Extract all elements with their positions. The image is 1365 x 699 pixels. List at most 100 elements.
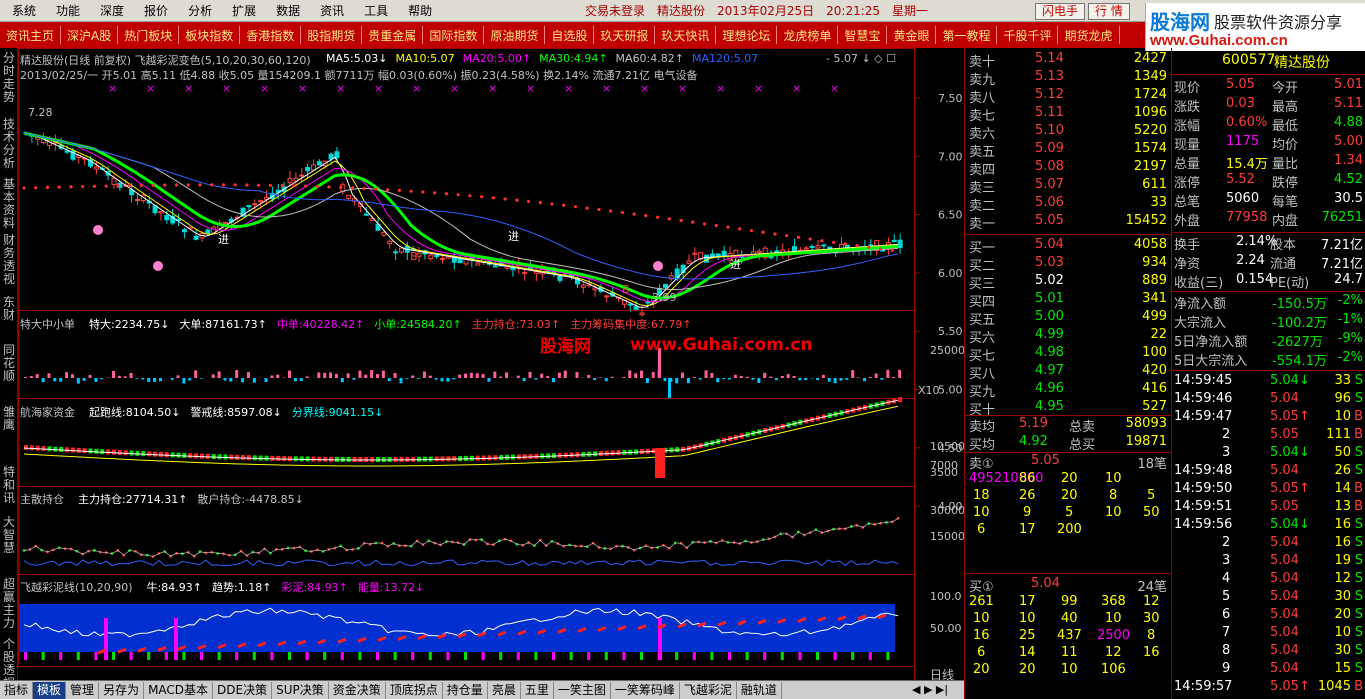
queue-header[interactable]: 卖① 5.05 18笔 (965, 453, 1171, 472)
avg-row[interactable]: 买均 4.92 总买 19871 (965, 434, 1171, 453)
bottom-tab[interactable]: 顶底拐点 (386, 681, 443, 699)
menu-item[interactable]: 分析 (176, 0, 220, 22)
menu-item[interactable]: 报价 (132, 0, 176, 22)
nav-item[interactable]: 千股千评 (997, 27, 1057, 44)
flow-row[interactable]: 净流入额 -150.5万 -2% (1172, 293, 1365, 312)
queue-row[interactable]: 495210000 86 20 10 (965, 471, 1171, 489)
bottom-tab[interactable]: 模板 (33, 681, 67, 699)
bottom-tab[interactable]: 五里 (521, 681, 554, 699)
quote-row[interactable]: 现价 5.05 今开 5.01 (1172, 77, 1365, 96)
tick-row[interactable]: 14:59:45 5.04↓ 33 S (1172, 373, 1365, 391)
menu-item[interactable]: 深度 (88, 0, 132, 22)
left-tab[interactable]: 超赢主力 (1, 578, 17, 630)
nav-item[interactable]: 深沪A股 (61, 27, 117, 44)
bottom-tab[interactable]: 资金决策 (329, 681, 386, 699)
bottom-tab[interactable]: 一笑主图 (554, 681, 611, 699)
bid-row[interactable]: 买一 5.04 4058 (965, 237, 1171, 256)
tick-row[interactable]: 14:59:46 5.04 96 S (1172, 391, 1365, 409)
left-tab[interactable]: 同花顺 (1, 344, 17, 383)
bottom-nav-arrows[interactable]: ◀ ▶ ▶| (912, 681, 964, 699)
ask-row[interactable]: 卖四 5.08 2197 (965, 159, 1171, 178)
nav-item[interactable]: 玖天研报 (594, 27, 654, 44)
ask-row[interactable]: 卖三 5.07 611 (965, 177, 1171, 196)
left-tab[interactable]: 雏鹰 (1, 406, 17, 432)
nav-item[interactable]: 原油期货 (484, 27, 544, 44)
bid-row[interactable]: 买四 5.01 341 (965, 291, 1171, 310)
bid-row[interactable]: 买七 4.98 100 (965, 345, 1171, 364)
nav-item[interactable]: 理想论坛 (716, 27, 776, 44)
queue-header[interactable]: 买① 5.04 24笔 (965, 576, 1171, 595)
bottom-tab[interactable]: 飞越彩泥 (680, 681, 737, 699)
quote-row[interactable]: 外盘 77958 内盘 76251 (1172, 210, 1365, 229)
bottom-tab[interactable]: MACD基本 (144, 681, 214, 699)
ask-row[interactable]: 卖十 5.14 2427 (965, 51, 1171, 70)
nav-item[interactable]: 板块指数 (179, 27, 239, 44)
nav-item[interactable]: 黄金眼 (887, 27, 935, 44)
queue-row[interactable]: 10 9 5 10 50 (965, 505, 1171, 523)
ask-row[interactable]: 卖五 5.09 1574 (965, 141, 1171, 160)
menu-item[interactable]: 数据 (264, 0, 308, 22)
flow-row[interactable]: 5日大宗流入 -554.1万 -2% (1172, 350, 1365, 369)
tick-row[interactable]: 4 5.04 12 S (1172, 571, 1365, 589)
ask-row[interactable]: 卖七 5.11 1096 (965, 105, 1171, 124)
quote-row[interactable]: 总笔 5060 每笔 30.5 (1172, 191, 1365, 210)
left-tab[interactable]: 财务透视 (1, 234, 17, 286)
tick-row[interactable]: 14:59:51 5.05 13 B (1172, 499, 1365, 517)
queue-row[interactable]: 20 20 10 106 (965, 662, 1171, 680)
left-tab[interactable]: 基本资料 (1, 178, 17, 230)
flow-row[interactable]: 5日净流入额 -2627万 -9% (1172, 331, 1365, 350)
flow-row[interactable]: 大宗流入 -100.2万 -1% (1172, 312, 1365, 331)
tick-row[interactable]: 14:59:47 5.05↑ 10 B (1172, 409, 1365, 427)
bid-row[interactable]: 买八 4.97 420 (965, 363, 1171, 382)
quote-row[interactable]: 涨幅 0.60% 最低 4.88 (1172, 115, 1365, 134)
queue-row[interactable]: 6 14 11 12 16 (965, 645, 1171, 663)
bottom-tab[interactable]: 亮晨 (488, 681, 521, 699)
nav-item[interactable]: 国际指数 (423, 27, 483, 44)
nav-item[interactable]: 玖天快讯 (655, 27, 715, 44)
quote-row[interactable]: 涨跌 0.03 最高 5.11 (1172, 96, 1365, 115)
quote-button[interactable]: 行 情 (1088, 3, 1130, 20)
bottom-tab[interactable]: 融轨道 (737, 681, 782, 699)
menu-item[interactable]: 功能 (44, 0, 88, 22)
bottom-tab[interactable]: 一笑筹码峰 (611, 681, 680, 699)
nav-item[interactable]: 股指期货 (301, 27, 361, 44)
nav-item[interactable]: 龙虎榜单 (777, 27, 837, 44)
tick-row[interactable]: 7 5.04 10 S (1172, 625, 1365, 643)
nav-item[interactable]: 智慧宝 (838, 27, 886, 44)
tick-row[interactable]: 3 5.04 19 S (1172, 553, 1365, 571)
tick-row[interactable]: 6 5.04 20 S (1172, 607, 1365, 625)
nav-item[interactable]: 贵重金属 (362, 27, 422, 44)
chart-area[interactable]: 7.50 7.00 6.50 6.00 5.50 5.00 4.50 4.00 7.28 3.99… (18, 48, 964, 682)
nav-item[interactable]: 第一教程 (936, 27, 996, 44)
bottom-tab[interactable]: SUP决策 (272, 681, 329, 699)
tick-row[interactable]: 2 5.05 111 B (1172, 427, 1365, 445)
quote-row[interactable]: 净资 2.24 流通 7.21亿 (1172, 253, 1365, 272)
nav-item[interactable]: 自选股 (545, 27, 593, 44)
tick-row[interactable]: 3 5.04↓ 50 S (1172, 445, 1365, 463)
tick-row[interactable]: 5 5.04 30 S (1172, 589, 1365, 607)
tick-row[interactable]: 14:59:48 5.04 26 S (1172, 463, 1365, 481)
menu-item[interactable]: 工具 (352, 0, 396, 22)
bottom-tab[interactable]: 管理 (66, 681, 100, 699)
tick-row[interactable]: 9 5.04 15 S (1172, 661, 1365, 679)
queue-row[interactable]: 18 26 20 8 5 (965, 488, 1171, 506)
bottom-tab[interactable]: 另存为 (99, 681, 145, 699)
queue-row[interactable]: 16 25 437 2500 8 (965, 628, 1171, 646)
bottom-tab[interactable]: DDE决策 (213, 681, 273, 699)
tick-row[interactable]: 2 5.04 16 S (1172, 535, 1365, 553)
nav-item[interactable]: 香港指数 (240, 27, 300, 44)
flash-trade-button[interactable]: 闪电手 (1035, 3, 1086, 20)
main-right-controls[interactable]: - 5.07 ↓ ◇ ☐ (826, 52, 896, 65)
avg-row[interactable]: 卖均 5.19 总卖 58093 (965, 416, 1171, 435)
ask-row[interactable]: 卖二 5.06 33 (965, 195, 1171, 214)
bid-row[interactable]: 买二 5.03 934 (965, 255, 1171, 274)
quote-row[interactable]: 现量 1175 均价 5.00 (1172, 134, 1365, 153)
menu-item[interactable]: 系统 (0, 0, 44, 22)
tick-row[interactable]: 14:59:56 5.04↓ 16 S (1172, 517, 1365, 535)
quote-row[interactable]: 总量 15.4万 量比 1.34 (1172, 153, 1365, 172)
tick-row[interactable]: 14:59:50 5.05↑ 14 B (1172, 481, 1365, 499)
nav-item[interactable]: 期货龙虎 (1058, 27, 1118, 44)
tick-row[interactable]: 14:59:57 5.05↑ 1045 B (1172, 679, 1365, 697)
bid-row[interactable]: 买九 4.96 416 (965, 381, 1171, 400)
left-tab[interactable]: 特和讯 (1, 466, 17, 505)
